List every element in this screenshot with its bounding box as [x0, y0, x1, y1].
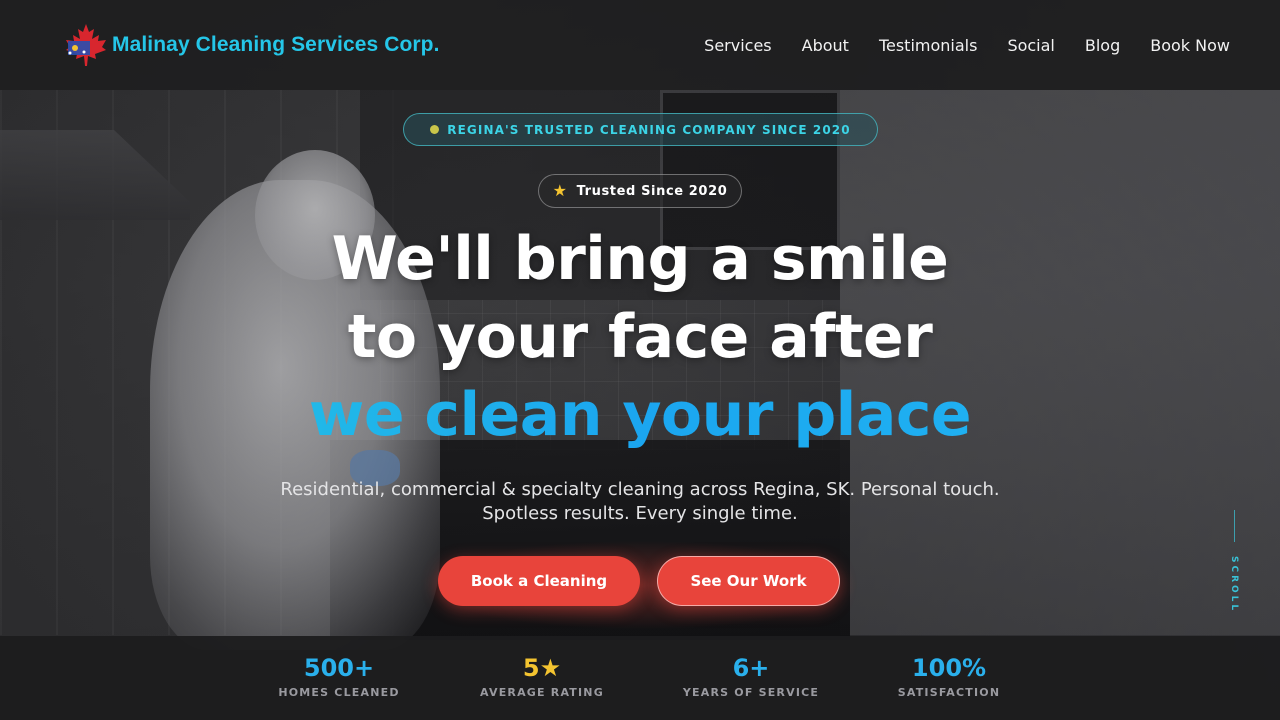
stat-label: YEARS OF SERVICE: [682, 686, 820, 699]
stat-label: SATISFACTION: [897, 686, 1001, 699]
stat-homes-cleaned: 500+ HOMES CLEANED: [239, 654, 439, 699]
subtext-line-1: Residential, commercial & specialty clea…: [280, 479, 1000, 500]
scroll-indicator[interactable]: SCROLL: [1222, 510, 1246, 622]
stat-years-of-service: 6+ YEARS OF SERVICE: [651, 654, 851, 699]
stat-value: 100%: [911, 654, 987, 682]
stat-label: HOMES CLEANED: [278, 686, 400, 699]
hero-section: REGINA'S TRUSTED CLEANING COMPANY SINCE …: [0, 90, 1280, 635]
stat-value: 500+: [303, 654, 375, 682]
book-cleaning-button[interactable]: Book a Cleaning: [438, 556, 640, 606]
star-icon: ★: [552, 181, 568, 200]
dot-icon: [430, 125, 440, 134]
nav-testimonials[interactable]: Testimonials: [879, 36, 978, 55]
headline-accent: we clean your place: [0, 376, 1280, 454]
badge-trusted-label: Trusted Since 2020: [576, 183, 728, 199]
nav-blog[interactable]: Blog: [1085, 36, 1120, 55]
subtext-line-2: Spotless results. Every single time.: [482, 503, 798, 524]
stat-satisfaction: 100% SATISFACTION: [849, 654, 1049, 699]
main-nav: Services About Testimonials Social Blog …: [704, 36, 1230, 55]
hero-headline: We'll bring a smile to your face after w…: [0, 220, 1280, 454]
stat-value: 5★: [522, 654, 562, 682]
maple-leaf-logo-icon: [62, 21, 110, 69]
nav-social[interactable]: Social: [1007, 36, 1054, 55]
trusted-since-badge: ★ Trusted Since 2020: [538, 174, 742, 208]
scroll-label: SCROLL: [1229, 556, 1239, 614]
stat-average-rating: 5★ AVERAGE RATING: [442, 654, 642, 699]
headline-line-2: to your face after: [347, 302, 933, 372]
nav-services[interactable]: Services: [704, 36, 771, 55]
badge-top-label: REGINA'S TRUSTED CLEANING COMPANY SINCE …: [447, 122, 851, 137]
see-our-work-button[interactable]: See Our Work: [657, 556, 840, 606]
stat-value: 6+: [732, 654, 770, 682]
nav-book-now[interactable]: Book Now: [1150, 36, 1230, 55]
nav-about[interactable]: About: [802, 36, 849, 55]
brand[interactable]: Malinay Cleaning Services Corp.: [62, 21, 440, 69]
hero-subtext: Residential, commercial & specialty clea…: [190, 478, 1090, 526]
headline-line-1: We'll bring a smile: [331, 224, 949, 294]
site-header: Malinay Cleaning Services Corp. Services…: [0, 0, 1280, 90]
stats-bar: 500+ HOMES CLEANED 5★ AVERAGE RATING 6+ …: [0, 636, 1280, 720]
stat-label: AVERAGE RATING: [480, 686, 604, 699]
trusted-company-badge: REGINA'S TRUSTED CLEANING COMPANY SINCE …: [403, 113, 878, 146]
scroll-line: [1233, 510, 1235, 542]
brand-name: Malinay Cleaning Services Corp.: [112, 33, 440, 56]
